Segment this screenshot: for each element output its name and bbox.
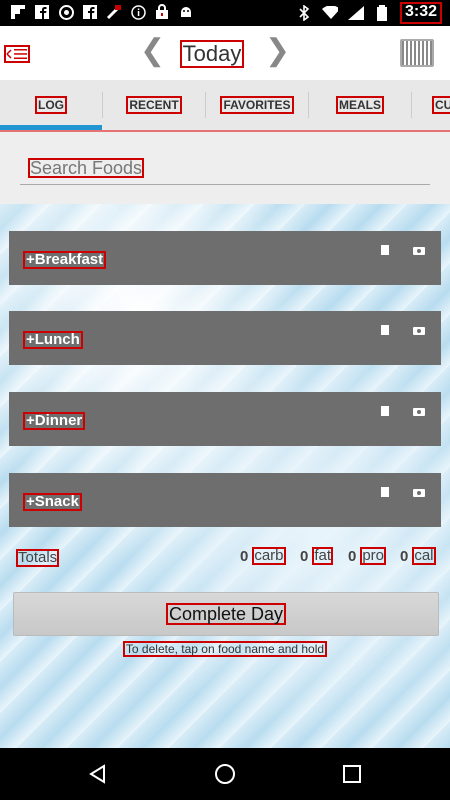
- tab-indicator: [0, 125, 102, 130]
- meal-snack[interactable]: +Snack: [9, 473, 441, 527]
- android-icon: [178, 4, 194, 20]
- document-icon[interactable]: [381, 325, 389, 335]
- tab-log[interactable]: LOG: [0, 80, 102, 130]
- top-app-bar: ❮ Today ❯: [0, 26, 450, 80]
- camera-icon[interactable]: [413, 327, 425, 335]
- bluetooth-icon: [296, 5, 312, 21]
- back-icon[interactable]: [86, 762, 110, 786]
- total-value: 0: [240, 547, 249, 565]
- total-value: 0: [300, 547, 309, 565]
- food-log: +Breakfast +Lunch +Dinner +Snack Totals …: [0, 204, 450, 748]
- tab-label: FAVORITES: [220, 96, 294, 114]
- facebook-icon: [34, 4, 50, 20]
- totals-label: Totals: [16, 549, 60, 567]
- tab-label: LOG: [35, 96, 67, 114]
- next-day-button[interactable]: ❯: [265, 36, 290, 66]
- flipboard-icon: [10, 4, 26, 20]
- total-value: 0: [348, 547, 357, 565]
- menu-back-icon[interactable]: [4, 45, 30, 63]
- tab-label: CU: [432, 96, 450, 114]
- battery-icon: [374, 5, 390, 21]
- previous-day-button[interactable]: ❮: [140, 36, 165, 66]
- meal-lunch[interactable]: +Lunch: [9, 311, 441, 365]
- meal-label[interactable]: +Lunch: [23, 331, 83, 349]
- clock: 3:32: [399, 2, 442, 24]
- tab-label: RECENT: [126, 96, 182, 114]
- tab-label: MEALS: [336, 96, 384, 114]
- meal-dinner[interactable]: +Dinner: [9, 392, 441, 446]
- total-pro: 0 pro: [348, 547, 387, 565]
- complete-day-button[interactable]: Complete Day: [13, 592, 439, 636]
- total-unit: pro: [360, 547, 387, 565]
- facebook-icon: [82, 4, 98, 20]
- feed-icon: [106, 4, 122, 20]
- signal-icon: [347, 5, 364, 21]
- tab-favorites[interactable]: FAVORITES: [206, 80, 308, 130]
- meal-label[interactable]: +Dinner: [23, 412, 86, 430]
- meal-label[interactable]: +Breakfast: [23, 251, 107, 269]
- delete-hint: To delete, tap on food name and hold: [0, 641, 450, 657]
- tab-custom[interactable]: CU: [412, 80, 450, 130]
- total-carb: 0 carb: [240, 547, 286, 565]
- delete-hint-text: To delete, tap on food name and hold: [122, 641, 328, 657]
- system-nav-bar: [0, 748, 450, 800]
- meal-label[interactable]: +Snack: [23, 493, 82, 511]
- date-title[interactable]: Today: [180, 40, 244, 68]
- wifi-icon: [321, 5, 338, 21]
- lock-icon: [154, 4, 170, 20]
- status-bar: 3:32: [0, 0, 450, 26]
- camera-aperture-icon: [58, 4, 74, 20]
- recents-icon[interactable]: [340, 762, 364, 786]
- search-placeholder: Search Foods: [28, 158, 145, 178]
- barcode-icon[interactable]: [400, 39, 434, 67]
- tab-meals[interactable]: MEALS: [309, 80, 411, 130]
- complete-day-label: Complete Day: [165, 603, 287, 625]
- camera-icon[interactable]: [413, 247, 425, 255]
- total-unit: fat: [312, 547, 334, 565]
- home-icon[interactable]: [213, 762, 237, 786]
- document-icon[interactable]: [381, 245, 389, 255]
- total-value: 0: [400, 547, 409, 565]
- search-area: Search Foods: [0, 132, 450, 204]
- total-unit: cal: [412, 547, 436, 565]
- tab-recent[interactable]: RECENT: [103, 80, 205, 130]
- tab-bar: LOG RECENT FAVORITES MEALS CU: [0, 80, 450, 132]
- document-icon[interactable]: [381, 406, 389, 416]
- document-icon[interactable]: [381, 487, 389, 497]
- camera-icon[interactable]: [413, 408, 425, 416]
- total-unit: carb: [252, 547, 286, 565]
- info-icon: [130, 4, 146, 20]
- search-input[interactable]: Search Foods: [20, 158, 430, 185]
- total-fat: 0 fat: [300, 547, 334, 565]
- total-cal: 0 cal: [400, 547, 436, 565]
- meal-breakfast[interactable]: +Breakfast: [9, 231, 441, 285]
- camera-icon[interactable]: [413, 489, 425, 497]
